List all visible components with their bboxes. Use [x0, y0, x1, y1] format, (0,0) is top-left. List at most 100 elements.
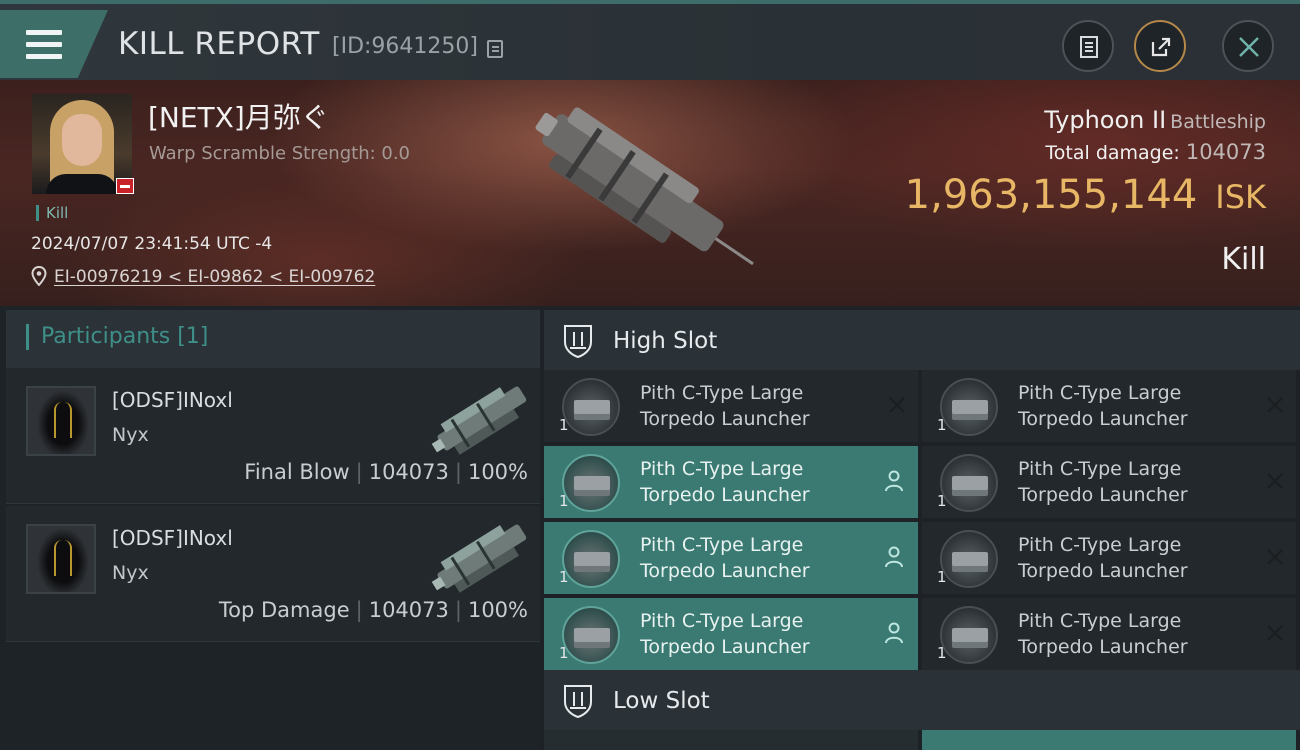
destroyed-x-icon — [1267, 473, 1283, 489]
module-slot[interactable]: 1 Pith C-Type Large Torpedo Launcher — [922, 598, 1296, 670]
participant-name: [ODSF]INoxl — [112, 526, 233, 550]
participant-avatar[interactable] — [26, 386, 96, 456]
share-button[interactable] — [1134, 20, 1186, 72]
module-name-line2: Torpedo Launcher — [1018, 408, 1188, 430]
separator: | — [454, 598, 462, 622]
isk-unit: ISK — [1215, 178, 1266, 216]
module-name-line2: Torpedo Launcher — [1018, 636, 1188, 658]
portrait-body — [46, 174, 118, 194]
report-id: [ID:9641250] — [332, 34, 478, 59]
module-quantity: 1 — [559, 492, 569, 510]
kill-tag: Kill — [36, 205, 68, 221]
ship-name: Typhoon II Battleship — [1044, 106, 1266, 134]
participant-ship: Nyx — [112, 562, 149, 584]
torpedo-launcher-icon — [562, 606, 620, 664]
module-quantity: 1 — [937, 568, 947, 586]
module-quantity: 1 — [559, 644, 569, 662]
participant-ship-image — [431, 524, 527, 593]
module-name-line1: Pith C-Type Large — [1018, 610, 1182, 632]
low-slot-header: Low Slot — [544, 670, 1300, 730]
copy-icon[interactable] — [487, 40, 503, 58]
module-name-line2: Torpedo Launcher — [640, 560, 810, 582]
participant-role: Top Damage — [218, 598, 350, 622]
isk-value: 1,963,155,144 ISK — [905, 172, 1266, 218]
total-damage-value: 104073 — [1185, 140, 1266, 164]
participant-avatar[interactable] — [26, 524, 96, 594]
menu-button[interactable] — [0, 10, 108, 78]
module-name-line2: Torpedo Launcher — [1018, 560, 1188, 582]
module-slot[interactable]: 1 Pith C-Type Large Torpedo Launcher — [922, 446, 1296, 518]
participant-damage: 104073 — [368, 598, 449, 622]
clipboard-icon — [1080, 36, 1098, 58]
top-bar: KILL REPORT [ID:9641250] — [0, 0, 1300, 80]
menu-icon-bar — [26, 42, 62, 47]
torpedo-launcher-icon — [562, 530, 620, 588]
torpedo-launcher-icon — [940, 378, 998, 436]
module-slot[interactable]: 1 Pith C-Type Large Torpedo Launcher — [544, 370, 918, 442]
participants-header-label: Participants [1] — [26, 324, 208, 350]
status-badge — [116, 178, 134, 194]
participant-ship: Nyx — [112, 424, 149, 446]
participant-stats: Top Damage | 104073 | 100% — [219, 598, 528, 622]
share-icon — [1151, 37, 1171, 57]
module-name: Pith C-Type Large Torpedo Launcher — [640, 456, 870, 508]
torpedo-launcher-icon — [562, 378, 620, 436]
module-name: Pith C-Type Large Torpedo Launcher — [1018, 380, 1248, 432]
destroyed-x-icon — [1267, 625, 1283, 641]
ship-class: Battleship — [1170, 111, 1266, 133]
module-quantity: 1 — [559, 568, 569, 586]
module-name: Pith C-Type Large Torpedo Launcher — [1018, 456, 1248, 508]
participant-percent: 100% — [467, 460, 528, 484]
participant-role: Final Blow — [244, 460, 350, 484]
menu-icon — [26, 30, 62, 35]
participant-percent: 100% — [467, 598, 528, 622]
warp-scramble-strength: Warp Scramble Strength: 0.0 — [149, 143, 411, 164]
separator: | — [355, 460, 363, 484]
torpedo-launcher-icon — [562, 454, 620, 512]
module-slot[interactable]: 1 Pith C-Type Large Torpedo Launcher — [922, 370, 1296, 442]
participant-name: [ODSF]INoxl — [112, 388, 233, 412]
portrait-face — [62, 114, 102, 166]
participants-header: Participants [1] — [6, 310, 540, 368]
participant-damage: 104073 — [368, 460, 449, 484]
kill-summary: [NETX]月弥ぐ Warp Scramble Strength: 0.0 Ki… — [0, 80, 1300, 306]
module-name-line2: Torpedo Launcher — [640, 484, 810, 506]
location-link[interactable]: EI-00976219 < EI-09862 < EI-009762 — [54, 267, 375, 287]
victim-name: [NETX]月弥ぐ — [148, 101, 329, 134]
module-name: Pith C-Type Large Torpedo Launcher — [1018, 532, 1248, 584]
module-slot-partial[interactable] — [544, 730, 918, 750]
module-name-line2: Torpedo Launcher — [1018, 484, 1188, 506]
module-name: Pith C-Type Large Torpedo Launcher — [640, 608, 870, 660]
participant-stats: Final Blow | 104073 | 100% — [244, 460, 528, 484]
participants-panel: Participants [1] [ODSF]INoxl Nyx Final B… — [0, 306, 540, 750]
kill-datetime: 2024/07/07 23:41:54 UTC -4 — [31, 234, 273, 254]
close-button[interactable] — [1222, 20, 1274, 72]
module-slot[interactable]: 1 Pith C-Type Large Torpedo Launcher — [544, 522, 918, 594]
module-slot[interactable]: 1 Pith C-Type Large Torpedo Launcher — [544, 446, 918, 518]
menu-icon-bar — [26, 54, 62, 59]
torpedo-launcher-icon — [940, 530, 998, 588]
torpedo-launcher-icon — [940, 454, 998, 512]
module-slot[interactable]: 1 Pith C-Type Large Torpedo Launcher — [922, 522, 1296, 594]
module-name-line2: Torpedo Launcher — [640, 636, 810, 658]
module-slot-partial[interactable] — [922, 730, 1296, 750]
participant-ship-image — [431, 386, 527, 455]
module-name: Pith C-Type Large Torpedo Launcher — [1018, 608, 1248, 660]
module-name: Pith C-Type Large Torpedo Launcher — [640, 380, 870, 432]
destroyed-x-icon — [1267, 397, 1283, 413]
module-quantity: 1 — [937, 492, 947, 510]
module-quantity: 1 — [937, 644, 947, 662]
participant-row[interactable]: [ODSF]INoxl Nyx Final Blow | 104073 | 100% — [6, 368, 540, 504]
module-name-line1: Pith C-Type Large — [1018, 458, 1182, 480]
total-damage-label: Total damage: — [1045, 142, 1180, 164]
module-name-line2: Torpedo Launcher — [640, 408, 810, 430]
separator: | — [355, 598, 363, 622]
clipboard-button[interactable] — [1062, 20, 1114, 72]
participant-row[interactable]: [ODSF]INoxl Nyx Top Damage | 104073 | 100% — [6, 506, 540, 642]
module-name-line1: Pith C-Type Large — [640, 534, 804, 556]
page-title: KILL REPORT — [118, 26, 320, 62]
module-slot[interactable]: 1 Pith C-Type Large Torpedo Launcher — [544, 598, 918, 670]
fitting-panel: High Slot 1 Pith C-Type Large Torpedo Lau… — [540, 306, 1300, 750]
module-name-line1: Pith C-Type Large — [640, 382, 804, 404]
destroyed-x-icon — [1267, 549, 1283, 565]
